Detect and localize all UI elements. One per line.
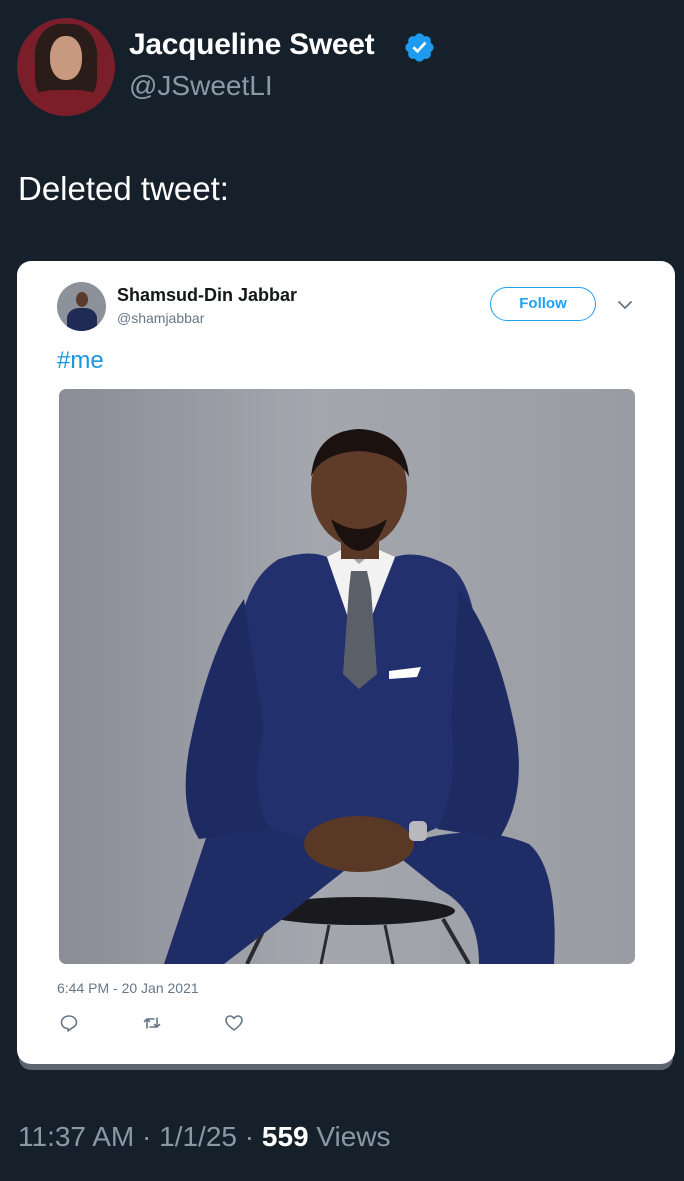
avatar-top (23, 90, 109, 116)
author-avatar[interactable] (17, 18, 115, 116)
meta-separator: · (142, 1121, 152, 1152)
like-icon (225, 1015, 243, 1031)
views-label[interactable]: Views (316, 1121, 390, 1152)
author-display-name[interactable]: Jacqueline Sweet (129, 28, 375, 62)
portrait-photo (59, 389, 635, 964)
avatar-face (50, 36, 82, 80)
tweet-text: Deleted tweet: (18, 170, 229, 207)
embedded-avatar (57, 282, 106, 331)
portrait-illustration (164, 429, 555, 964)
views-count[interactable]: 559 (262, 1121, 309, 1152)
author-handle[interactable]: @JSweetLI (129, 70, 273, 102)
verified-badge-icon (405, 33, 434, 62)
chevron-down-icon (618, 301, 632, 309)
embedded-handle: @shamjabbar (117, 310, 205, 326)
tweet-time[interactable]: 11:37 AM (18, 1121, 134, 1152)
embedded-tweet-image[interactable]: Shamsud-Din Jabbar @shamjabbar Follow #m… (17, 261, 675, 1064)
embedded-timestamp: 6:44 PM - 20 Jan 2021 (57, 980, 199, 996)
reply-icon (60, 1015, 78, 1032)
tweet-meta: 11:37 AM · 1/1/25 · 559 Views (18, 1121, 391, 1153)
embedded-avatar-body (67, 308, 97, 331)
follow-button: Follow (490, 287, 596, 321)
embedded-display-name: Shamsud-Din Jabbar (117, 285, 298, 305)
embedded-avatar-head (76, 292, 88, 307)
meta-separator: · (244, 1121, 255, 1152)
tweet-date[interactable]: 1/1/25 (159, 1121, 237, 1152)
retweet-icon (143, 1017, 161, 1029)
hashtag: #me (57, 347, 104, 374)
